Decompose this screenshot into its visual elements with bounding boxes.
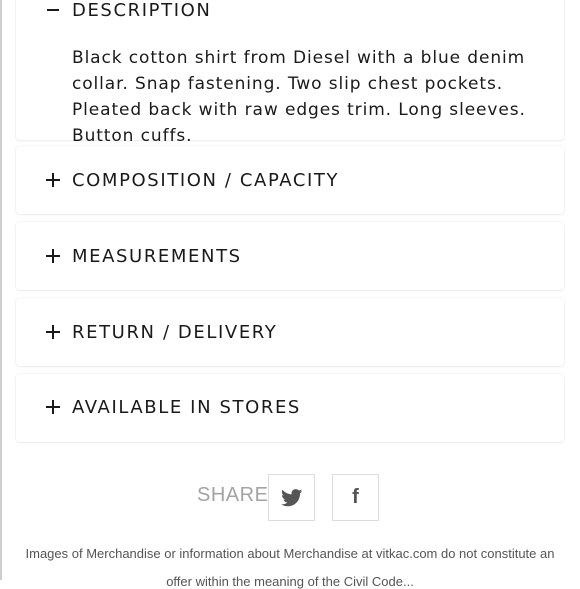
description-panel: DESCRIPTION Black cotton shirt from Dies… (16, 0, 564, 146)
plus-icon (46, 173, 60, 187)
facebook-icon: f (352, 486, 359, 508)
twitter-icon (280, 488, 302, 506)
share-label: SHARE (197, 484, 269, 506)
measurements-panel[interactable]: MEASUREMENTS (16, 222, 564, 290)
description-text: Black cotton shirt from Diesel with a bl… (72, 48, 526, 146)
facebook-share-button[interactable]: f (332, 474, 379, 521)
plus-icon (46, 249, 60, 263)
plus-icon (46, 325, 60, 339)
disclaimer-text-continued: offer within the meaning of the Civil Co… (166, 574, 414, 589)
description-toggle[interactable]: DESCRIPTION (16, 0, 564, 28)
composition-title: COMPOSITION / CAPACITY (72, 170, 340, 191)
composition-panel[interactable]: COMPOSITION / CAPACITY (16, 146, 564, 214)
description-title: DESCRIPTION (72, 0, 212, 21)
disclaimer-text: Images of Merchandise or information abo… (25, 546, 555, 561)
twitter-share-button[interactable] (268, 474, 315, 521)
plus-icon (46, 400, 60, 414)
return-delivery-panel[interactable]: RETURN / DELIVERY (16, 298, 564, 366)
return-delivery-title: RETURN / DELIVERY (72, 322, 278, 343)
available-in-stores-panel[interactable]: AVAILABLE IN STORES (16, 374, 564, 442)
share-row: SHARE f (0, 474, 580, 522)
minus-icon (47, 9, 59, 11)
measurements-title: MEASUREMENTS (72, 246, 242, 267)
available-in-stores-title: AVAILABLE IN STORES (72, 397, 301, 418)
